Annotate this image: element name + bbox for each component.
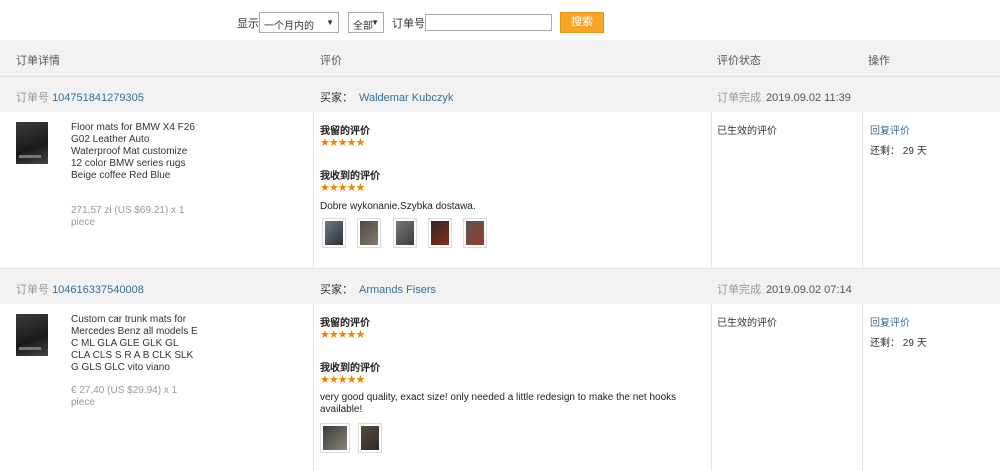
header-order-details: 订单详情 — [16, 55, 60, 67]
review-photo[interactable] — [358, 423, 382, 453]
product-title[interactable]: Floor mats for BMW X4 F26 G02 Leather Au… — [71, 122, 199, 182]
my-review-stars: ★★★★★ — [320, 137, 365, 149]
completed-time: 2019.09.02 11:39 — [766, 92, 851, 104]
order-header-row: 订单号 104616337540008 买家： Armands Fisers 订单… — [0, 268, 1000, 304]
scope-select-value: 全部 — [353, 21, 373, 32]
review-status: 已生效的评价 — [717, 126, 777, 137]
buyer-name-link[interactable]: Waldemar Kubczyk — [359, 92, 453, 104]
product-price: 271,57 zł (US $69.21) x 1 piece — [71, 205, 185, 228]
review-photo[interactable] — [428, 218, 452, 248]
order-no-label: 订单号 — [392, 18, 425, 30]
header-review: 评价 — [320, 55, 342, 67]
header-actions: 操作 — [868, 55, 890, 67]
my-review-stars: ★★★★★ — [320, 329, 365, 341]
product-title[interactable]: Custom car trunk mats for Mercedes Benz … — [71, 314, 199, 374]
order-id-link[interactable]: 104751841279305 — [52, 92, 144, 104]
review-text: Dobre wykonanie.Szybka dostawa. — [320, 201, 476, 212]
received-review-stars: ★★★★★ — [320, 182, 365, 194]
product-thumbnail[interactable] — [16, 122, 48, 164]
period-select[interactable]: 一个月内的 ▼ — [259, 12, 339, 33]
show-label: 显示 — [237, 18, 259, 30]
buyer-name-link[interactable]: Armands Fisers — [359, 284, 436, 296]
order-header-row: 订单号 104751841279305 买家： Waldemar Kubczyk … — [0, 76, 1000, 112]
order-id-link[interactable]: 104616337540008 — [52, 284, 144, 296]
my-review-heading: 我留的评价 — [320, 318, 370, 329]
my-review-heading: 我留的评价 — [320, 126, 370, 137]
product-thumbnail[interactable] — [16, 314, 48, 356]
review-photo[interactable] — [322, 218, 346, 248]
filter-bar: 显示 一个月内的 ▼ 全部 ▼ 订单号 搜索 — [0, 0, 1000, 40]
order-body: Floor mats for BMW X4 F26 G02 Leather Au… — [0, 112, 1000, 268]
received-review-stars: ★★★★★ — [320, 374, 365, 386]
buyer-info: 买家： Waldemar Kubczyk — [320, 92, 454, 104]
received-review-heading: 我收到的评价 — [320, 363, 380, 374]
completed-time: 2019.09.02 07:14 — [766, 284, 852, 296]
scope-select[interactable]: 全部 ▼ — [348, 12, 384, 33]
review-photo[interactable] — [320, 423, 350, 453]
reply-review-link[interactable]: 回复评价 — [870, 314, 910, 329]
product-price: € 27,40 (US $29.94) x 1 piece — [71, 385, 178, 408]
received-review-heading: 我收到的评价 — [320, 171, 380, 182]
buyer-info: 买家： Armands Fisers — [320, 284, 437, 296]
table-header: 订单详情 评价 评价状态 操作 — [0, 40, 1000, 76]
review-photo[interactable] — [357, 218, 381, 248]
order-no-input[interactable] — [425, 14, 552, 31]
order-id-label: 订单号 104751841279305 — [16, 92, 144, 104]
review-status: 已生效的评价 — [717, 318, 777, 329]
review-text: very good quality, exact size! only need… — [320, 392, 677, 415]
order-completed: 订单完成 2019.09.02 07:14 — [717, 284, 852, 296]
days-remaining: 还剩： 29 天 — [870, 338, 927, 349]
reply-review-link[interactable]: 回复评价 — [870, 122, 910, 137]
days-remaining: 还剩： 29 天 — [870, 146, 927, 157]
chevron-down-icon: ▼ — [371, 18, 379, 27]
search-button[interactable]: 搜索 — [560, 12, 604, 33]
period-select-value: 一个月内的 — [264, 21, 314, 32]
header-review-status: 评价状态 — [717, 55, 761, 67]
order-body: Custom car trunk mats for Mercedes Benz … — [0, 304, 1000, 471]
order-id-label: 订单号 104616337540008 — [16, 284, 144, 296]
order-completed: 订单完成 2019.09.02 11:39 — [717, 92, 851, 104]
chevron-down-icon: ▼ — [326, 18, 334, 27]
review-photo[interactable] — [463, 218, 487, 248]
review-photo[interactable] — [393, 218, 417, 248]
